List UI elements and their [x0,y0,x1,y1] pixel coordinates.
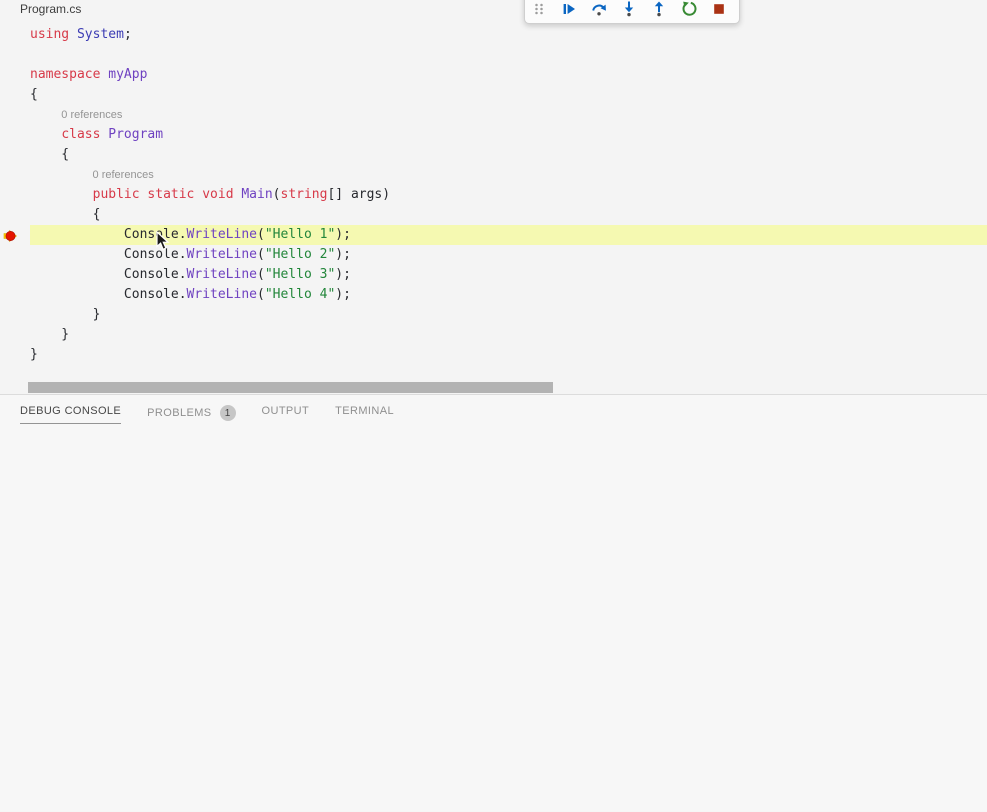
code-token: ); [335,247,351,262]
code-line[interactable]: Console.WriteLine("Hello 2"); [0,245,987,265]
code-token: System [77,27,124,42]
panel-tab-terminal[interactable]: TERMINAL [335,405,394,423]
code-line[interactable]: } [0,305,987,325]
debug-console-content[interactable] [0,429,987,812]
code-line[interactable]: Console.WriteLine("Hello 1"); [0,225,987,245]
code-token: } [30,327,69,342]
panel-tab-debug-console[interactable]: DEBUG CONSOLE [20,405,121,424]
panel-tab-bar: DEBUG CONSOLE PROBLEMS 1 OUTPUT TERMINAL [0,395,987,429]
code-line[interactable]: namespace myApp [0,65,987,85]
code-token [30,187,93,202]
continue-button[interactable] [561,1,577,17]
code-token: ( [273,187,281,202]
codelens-line[interactable]: 0 references [0,105,987,125]
code-token: WriteLine [187,267,257,282]
code-token: ); [335,227,351,242]
panel-tab-label: DEBUG CONSOLE [20,405,121,417]
stop-button[interactable] [711,1,727,17]
code-token: [] args) [327,187,390,202]
continue-icon [561,1,577,17]
drag-handle-icon[interactable] [531,1,547,17]
code-token: Console. [30,227,187,242]
code-token: static [147,187,194,202]
step-out-button[interactable] [651,1,667,17]
code-line[interactable]: { [0,85,987,105]
code-token: "Hello 3" [265,267,335,282]
breakpoint-dot-icon [6,231,15,240]
panel-tab-problems[interactable]: PROBLEMS 1 [147,405,235,427]
stop-icon [711,1,727,17]
code-token: { [30,87,38,102]
panel-tab-label: PROBLEMS [147,407,211,419]
code-token: namespace [30,67,100,82]
code-token: Console. [30,267,187,282]
code-token: "Hello 1" [265,227,335,242]
code-token: Program [108,127,163,142]
debug-toolbar [524,0,740,24]
code-token: ( [257,227,265,242]
panel-tab-label: OUTPUT [262,405,310,417]
code-token: } [30,347,38,362]
step-out-icon [651,1,667,17]
code-token: { [30,147,69,162]
breakpoint-indicator[interactable] [3,229,19,243]
code-token: WriteLine [187,247,257,262]
code-token: ; [124,27,132,42]
codelens-references-label[interactable]: 0 references [61,107,122,121]
panel-tab-output[interactable]: OUTPUT [262,405,310,423]
code-line[interactable] [0,45,987,65]
code-token: } [30,307,100,322]
code-line[interactable]: } [0,345,987,365]
step-over-icon [591,1,607,17]
codelens-line[interactable]: 0 references [0,165,987,185]
code-token: Main [241,187,272,202]
code-editor[interactable]: Program.cs using System; namespace myApp {… [0,0,987,394]
code-token: ( [257,247,265,262]
restart-icon [681,1,697,17]
code-line[interactable]: using System; [0,25,987,45]
code-line[interactable]: class Program [0,125,987,145]
code-token: "Hello 2" [265,247,335,262]
code-token: ( [257,287,265,302]
step-over-button[interactable] [591,1,607,17]
code-token [30,127,61,142]
code-token: void [202,187,233,202]
code-token: { [30,207,100,222]
code-token: "Hello 4" [265,287,335,302]
code-token: Console. [30,287,187,302]
code-token: myApp [108,67,147,82]
code-token: class [61,127,100,142]
code-token: ( [257,267,265,282]
code-line[interactable]: public static void Main(string[] args) [0,185,987,205]
code-token [69,27,77,42]
code-token: Console. [30,247,187,262]
step-into-button[interactable] [621,1,637,17]
code-line[interactable]: Console.WriteLine("Hello 4"); [0,285,987,305]
code-line[interactable]: } [0,325,987,345]
bottom-panel: DEBUG CONSOLE PROBLEMS 1 OUTPUT TERMINAL [0,394,987,811]
code-token: string [281,187,328,202]
code-line[interactable]: Console.WriteLine("Hello 3"); [0,265,987,285]
code-line[interactable]: { [0,205,987,225]
code-token: using [30,27,69,42]
step-into-icon [621,1,637,17]
panel-tab-label: TERMINAL [335,405,394,417]
file-title: Program.cs [20,2,81,16]
code-area: using System; namespace myApp {0 reference… [0,25,987,365]
problems-count-badge: 1 [220,405,236,421]
restart-button[interactable] [681,1,697,17]
code-line[interactable]: { [0,145,987,165]
code-token: public [93,187,140,202]
code-token: ); [335,287,351,302]
code-token: WriteLine [187,227,257,242]
code-token: ); [335,267,351,282]
code-token: WriteLine [187,287,257,302]
horizontal-scrollbar[interactable] [28,382,553,393]
codelens-references-label[interactable]: 0 references [93,167,154,181]
